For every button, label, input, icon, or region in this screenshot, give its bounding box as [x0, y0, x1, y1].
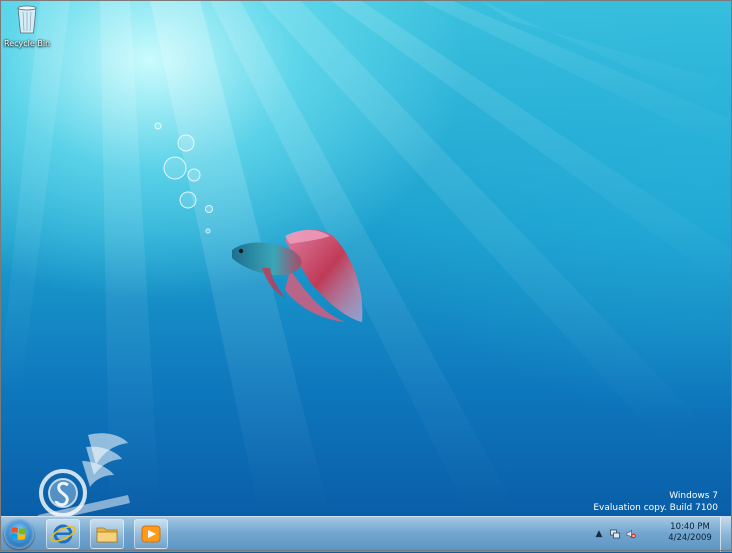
show-hidden-icons-arrow[interactable]: ▲	[594, 529, 604, 539]
taskbar: ▲ 10:40 PM 4/24/2009	[0, 516, 732, 552]
volume-muted-icon[interactable]	[626, 529, 636, 539]
media-player-icon	[141, 525, 161, 543]
taskbar-internet-explorer-button[interactable]	[46, 519, 80, 549]
system-clock[interactable]: 10:40 PM 4/24/2009	[666, 522, 714, 544]
clock-time: 10:40 PM	[670, 522, 710, 532]
recycle-bin-icon	[17, 5, 37, 34]
clock-date: 4/24/2009	[668, 533, 712, 543]
notification-area: ▲ 10:40 PM 4/24/2009	[594, 520, 714, 548]
internet-explorer-icon	[50, 524, 76, 544]
winged-emblem-logo	[38, 433, 130, 516]
windows-evaluation-watermark: Windows 7 Evaluation copy. Build 7100	[593, 490, 718, 514]
start-button[interactable]	[4, 519, 34, 549]
windows-logo-icon	[10, 527, 26, 540]
desktop-icon-label: Recycle Bin	[4, 39, 51, 48]
watermark-line-2: Evaluation copy. Build 7100	[593, 503, 718, 513]
network-icon[interactable]	[610, 529, 620, 539]
desktop-icon-recycle-bin[interactable]: Recycle Bin	[4, 4, 50, 48]
desktop-wallpaper: Recycle Bin Windows 7 Evaluation copy. B…	[0, 0, 732, 516]
windows-explorer-folder-icon	[96, 527, 118, 543]
taskbar-media-player-button[interactable]	[134, 519, 168, 549]
show-desktop-button[interactable]	[720, 517, 732, 552]
taskbar-windows-explorer-button[interactable]	[90, 519, 124, 549]
watermark-line-1: Windows 7	[669, 491, 718, 501]
